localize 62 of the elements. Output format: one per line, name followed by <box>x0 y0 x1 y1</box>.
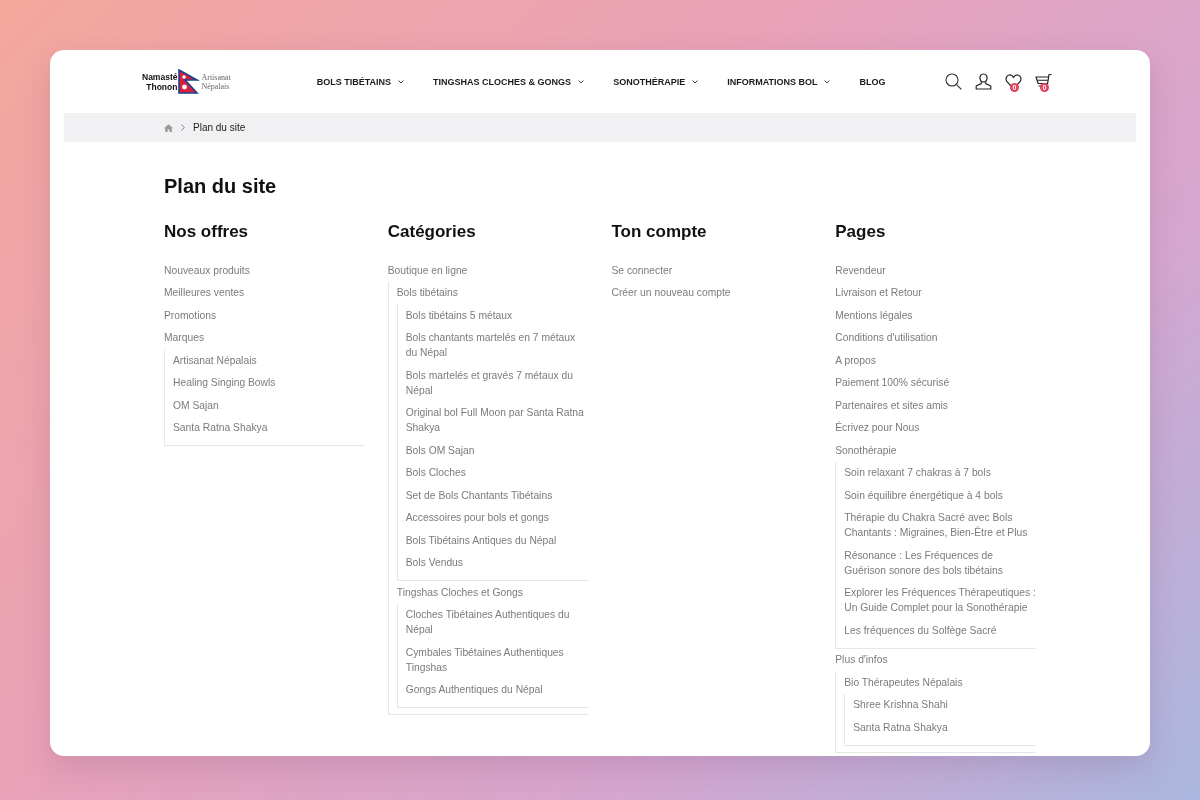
sitemap-link[interactable]: Soin relaxant 7 chakras à 7 bols <box>844 461 1036 484</box>
sitemap-link[interactable]: Conditions d'utilisation <box>835 326 1036 349</box>
nav-link[interactable]: BOLS TIBÉTAINS <box>316 76 405 87</box>
column-heading: Pages <box>835 221 887 243</box>
sitemap-link[interactable]: Se connecter <box>611 259 813 282</box>
sitemap-link[interactable]: Nouveaux produits <box>164 259 365 282</box>
sitemap-link[interactable]: Écrivez pour Nous <box>835 416 1036 439</box>
sitemap-link[interactable]: Thérapie du Chakra Sacré avec Bols Chantants : Migraines, Bien-Être et Plus <box>844 506 1036 544</box>
nav-link[interactable]: INFORMATIONS BOL <box>727 76 831 87</box>
sitemap-link[interactable]: Bols tibétains <box>396 281 589 304</box>
column-heading: Ton compte <box>611 221 708 243</box>
sitemap-link[interactable]: Explorer les Fréquences Thérapeutiques : Un Guide Complet pour la Sonothérapie <box>844 581 1036 619</box>
sitemap-link[interactable]: Partenaires et sites amis <box>835 394 1036 417</box>
sitemap-link[interactable]: Bols Tibétains Antiques du Népal <box>405 529 589 552</box>
sitemap-link[interactable]: Revendeur <box>835 259 1036 282</box>
sitemap-link[interactable]: Santa Ratna Shakya <box>173 416 365 439</box>
nav-link[interactable]: TINGSHAS CLOCHES & GONGS <box>433 76 585 87</box>
logo-text[interactable]: Namasté Thonon <box>142 71 178 92</box>
sitemap-link[interactable]: Boutique en ligne <box>387 259 589 282</box>
column-heading: Catégories <box>387 221 477 243</box>
sitemap-link[interactable]: OM Sajan <box>173 394 365 417</box>
sitemap-link[interactable]: Tingshas Cloches et Gongs <box>396 581 589 604</box>
sitemap-link[interactable]: Marques <box>164 326 365 349</box>
sitemap-link[interactable]: Sonothérapie <box>835 439 1036 462</box>
nav-link[interactable]: BLOG <box>859 76 886 87</box>
sitemap-link[interactable]: Artisanat Népalais <box>173 349 365 372</box>
sitemap-link[interactable]: Bols OM Sajan <box>405 439 589 462</box>
flag-icon <box>178 69 201 94</box>
sitemap-link[interactable]: Shree Krishna Shahi <box>853 693 1036 716</box>
sitemap-link[interactable]: Soin équilibre énergétique à 4 bols <box>844 484 1036 507</box>
nav-link[interactable]: SONOTHÉRAPIE <box>613 76 699 87</box>
chevron-right-icon <box>181 124 185 131</box>
sitemap-link[interactable]: Santa Ratna Shakya <box>853 716 1036 739</box>
sitemap-link[interactable]: Bols chantants martelés en 7 métaux du Népal <box>405 326 589 364</box>
sitemap-link[interactable]: Plus d'infos <box>835 648 1036 671</box>
column-heading: Nos offres <box>164 221 250 243</box>
sitemap-link[interactable]: Gongs Authentiques du Népal <box>405 678 589 701</box>
sitemap-link[interactable]: Livraison et Retour <box>835 281 1036 304</box>
sitemap-link[interactable]: Les fréquences du Solfège Sacré <box>844 619 1036 642</box>
breadcrumb-current: Plan du site <box>193 122 246 133</box>
sitemap-link[interactable]: Original bol Full Moon par Santa Ratna Shakya <box>405 401 589 439</box>
sitemap-link[interactable]: Bols tibétains 5 métaux <box>405 304 589 327</box>
sitemap-link[interactable]: Cymbales Tibétaines Authentiques Tingshas <box>405 641 589 679</box>
sitemap-link[interactable]: Bols Vendus <box>405 551 589 574</box>
sitemap-link[interactable]: Bols martelés et gravés 7 métaux du Népal <box>405 364 589 402</box>
sitemap-link[interactable]: Promotions <box>164 304 365 327</box>
sitemap-link[interactable]: Healing Singing Bowls <box>173 371 365 394</box>
sitemap-link[interactable]: Bols Cloches <box>405 461 589 484</box>
page-title: Plan du site <box>164 174 278 198</box>
sitemap-link[interactable]: Résonance : Les Fréquences de Guérison sonore des bols tibétains <box>844 544 1036 582</box>
sitemap-link[interactable]: Meilleures ventes <box>164 281 365 304</box>
sitemap-link[interactable]: Cloches Tibétaines Authentiques du Népal <box>405 603 589 641</box>
sitemap-link[interactable]: Bio Thérapeutes Népalais <box>844 671 1036 694</box>
logo-tagline: Artisanat Népalais <box>201 72 231 91</box>
search-icon[interactable] <box>945 73 962 90</box>
sitemap-link[interactable]: Set de Bols Chantants Tibétains <box>405 484 589 507</box>
sitemap-link[interactable]: Mentions légales <box>835 304 1036 327</box>
user-icon[interactable] <box>975 73 992 90</box>
sitemap-link[interactable]: Créer un nouveau compte <box>611 281 813 304</box>
sitemap-link[interactable]: Paiement 100% sécurisé <box>835 371 1036 394</box>
sitemap-link[interactable]: A propos <box>835 349 1036 372</box>
sitemap-link[interactable]: Accessoires pour bols et gongs <box>405 506 589 529</box>
